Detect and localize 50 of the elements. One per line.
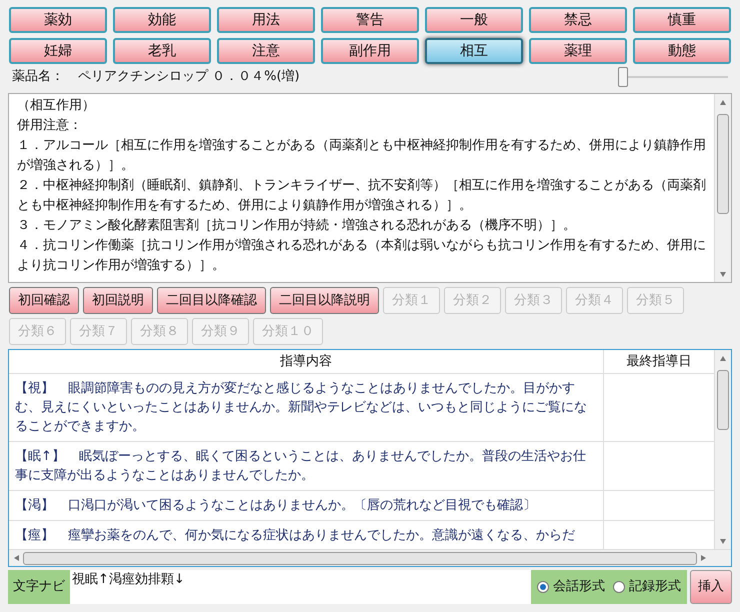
guidance-text[interactable]: 【渇】 口渇口が渇いて困るようなことはありませんか。〔唇の荒れなど目視でも確認〕 bbox=[9, 491, 604, 520]
category-button[interactable]: 二回目以降説明 bbox=[270, 287, 379, 314]
document-paragraph: 併用注意： bbox=[17, 117, 83, 135]
section-tab[interactable]: 妊婦 bbox=[9, 38, 107, 64]
zoom-slider[interactable] bbox=[618, 66, 728, 88]
insert-button[interactable]: 挿入 bbox=[690, 570, 732, 604]
nav-label: 文字ナビ bbox=[8, 570, 70, 604]
document-paragraph: ４．抗コリン作働薬［抗コリン作用が増強される恐れがある（本剤は弱いながらも抗コリン作用を有するため、併用により抗コリン作用が増強する）］。 bbox=[17, 236, 706, 275]
column-header[interactable]: 指導内容 bbox=[9, 350, 604, 373]
guidance-text[interactable]: 【眠↑】 眠気ぼーっとする、眠くて困るということは、ありませんでしたか。普段の生活やお仕事に支障が出るようなことはありませんでしたか。 bbox=[9, 442, 604, 490]
section-tab[interactable]: 禁忌 bbox=[529, 7, 627, 33]
scroll-down-icon[interactable] bbox=[719, 537, 727, 545]
drug-name-label: 薬品名： bbox=[12, 68, 64, 86]
scrollbar[interactable] bbox=[714, 94, 731, 282]
scroll-right-icon[interactable] bbox=[700, 554, 708, 562]
scroll-down-icon[interactable] bbox=[719, 270, 727, 278]
scroll-up-icon[interactable] bbox=[719, 354, 727, 362]
horizontal-scrollbar[interactable] bbox=[9, 549, 731, 566]
drug-name: ペリアクチンシロップ ０．０４%(増) bbox=[78, 68, 300, 86]
category-button[interactable]: 初回説明 bbox=[83, 287, 153, 314]
section-tab[interactable]: 注意 bbox=[217, 38, 315, 64]
section-tab[interactable]: 相互 bbox=[425, 38, 523, 64]
section-tab[interactable]: 慎重 bbox=[633, 7, 731, 33]
nav-input[interactable]: 視眠↑渇痙効排顆↓ bbox=[70, 570, 531, 604]
category-button[interactable]: 二回目以降確認 bbox=[157, 287, 266, 314]
column-header[interactable]: 最終指導日 bbox=[604, 350, 714, 373]
section-tab[interactable]: 効能 bbox=[113, 7, 211, 33]
section-tab[interactable]: 一般 bbox=[425, 7, 523, 33]
document-paragraph: １．アルコール［相互に作用を増強することがある（両薬剤とも中枢神経抑制作用を有するため、併用により鎮静作用が増強される）］。 bbox=[17, 136, 706, 175]
guidance-text[interactable]: 【視】 眼調節障害ものの見え方が変だなと感じるようなことはありませんでしたか。目がかすむ、見えにくいといったことはありませんか。新聞やテレビなどは、いつもと同じようにご覧になることができますか。 bbox=[9, 374, 604, 441]
section-tab[interactable]: 用法 bbox=[217, 7, 315, 33]
format-radio[interactable]: 記録形式 bbox=[613, 577, 681, 597]
section-tab[interactable]: 動態 bbox=[633, 38, 731, 64]
scrollbar-thumb[interactable] bbox=[717, 114, 729, 214]
category-button[interactable]: 初回確認 bbox=[9, 287, 79, 314]
scrollbar-thumb[interactable] bbox=[717, 370, 729, 430]
scroll-up-icon[interactable] bbox=[719, 98, 727, 106]
document-paragraph: ３．モノアミン酸化酵素阻害剤［抗コリン作用が持続・増強される恐れがある（機序不明）］。 bbox=[17, 216, 577, 235]
document-paragraph: （相互作用） bbox=[17, 97, 96, 115]
section-tab[interactable]: 副作用 bbox=[321, 38, 419, 64]
section-tab[interactable]: 老乳 bbox=[113, 38, 211, 64]
scrollbar[interactable] bbox=[714, 350, 731, 549]
scroll-left-icon[interactable] bbox=[12, 554, 20, 562]
scrollbar-thumb[interactable] bbox=[23, 552, 697, 564]
section-tab[interactable]: 薬効 bbox=[9, 7, 107, 33]
document-paragraph: ２．中枢神経抑制剤（睡眠剤、鎮静剤、トランキライザー、抗不安剤等）［相互に作用を増強することがある（両薬剤とも中枢神経抑制作用を有するため、併用により鎮静作用が増強される）］。 bbox=[17, 176, 706, 215]
document-text-area[interactable] bbox=[8, 93, 732, 283]
section-tab[interactable]: 警告 bbox=[321, 7, 419, 33]
section-tab[interactable]: 薬理 bbox=[529, 38, 627, 64]
format-radio[interactable]: 会話形式 bbox=[537, 577, 605, 597]
